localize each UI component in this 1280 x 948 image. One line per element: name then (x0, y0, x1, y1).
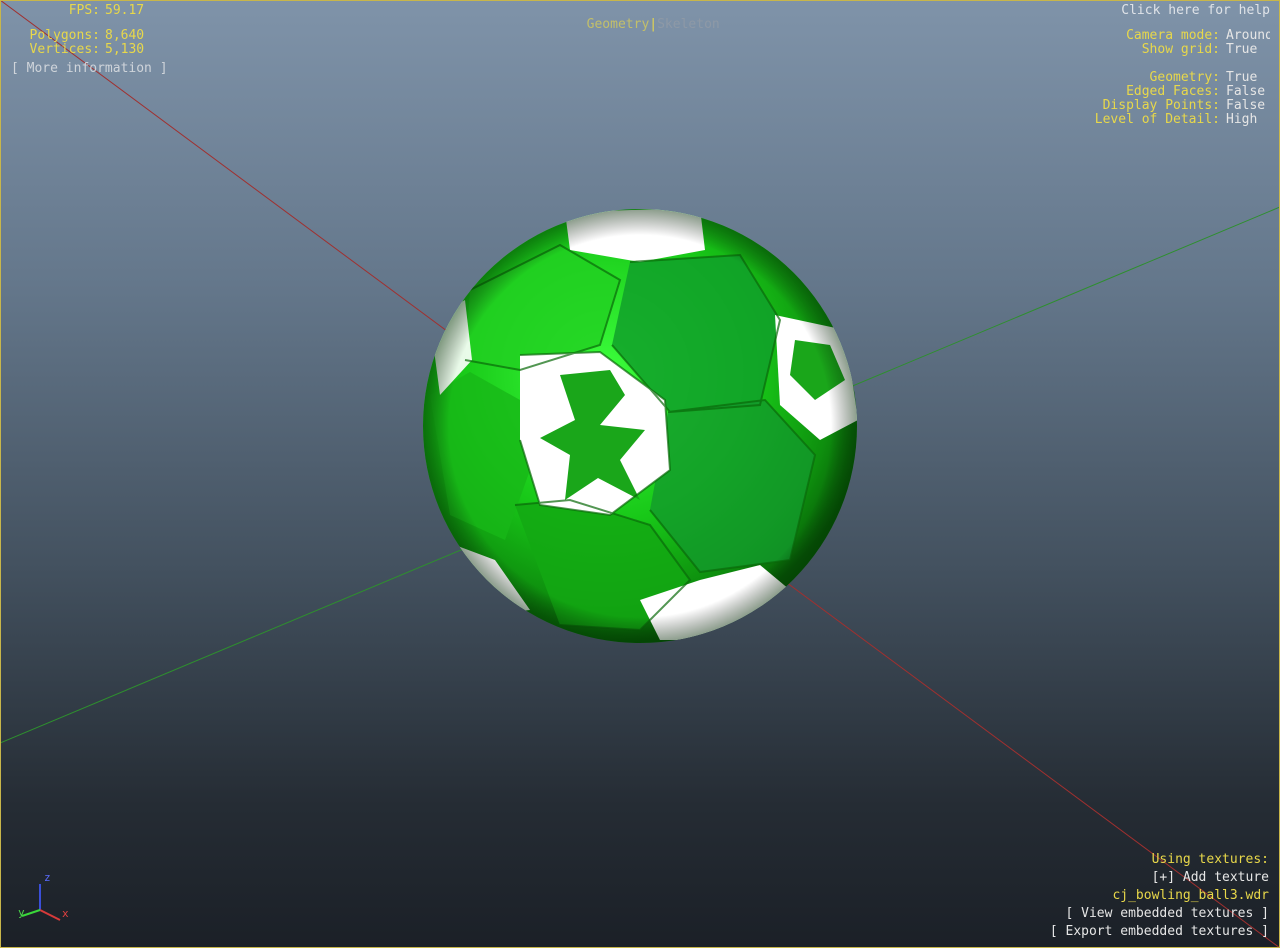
gizmo-z-label: z (44, 871, 51, 884)
fps-label: FPS: (68, 3, 100, 18)
scene-svg (0, 0, 1280, 948)
lod-value[interactable]: High (1226, 113, 1257, 127)
help-link[interactable]: Click here for help (1121, 4, 1270, 18)
vertices-value: 5,130 (105, 42, 145, 57)
fps-value: 59.17 (105, 3, 145, 18)
axis-gizmo (21, 884, 61, 921)
polygons-value: 8,640 (105, 28, 145, 43)
geometry-label: Geometry: (1149, 70, 1220, 85)
soccer-ball-model (423, 209, 857, 643)
tab-skeleton[interactable]: Skeleton (657, 17, 720, 32)
gizmo-x-label: x (62, 907, 69, 920)
show-grid-label: Show grid: (1141, 42, 1220, 57)
camera-mode-value[interactable]: Around (1226, 29, 1270, 43)
toggle-separator: | (649, 17, 658, 32)
edged-faces-label: Edged Faces: (1126, 84, 1220, 99)
vertices-label: Vertices: (29, 42, 100, 57)
export-embedded-textures-link[interactable]: [ Export embedded textures ] (1050, 925, 1269, 939)
lod-label: Level of Detail: (1094, 112, 1220, 127)
display-points-value[interactable]: False (1226, 99, 1265, 113)
tab-geometry[interactable]: Geometry (587, 17, 650, 32)
textures-heading: Using textures: (1151, 852, 1269, 867)
camera-mode-label: Camera mode: (1126, 28, 1220, 43)
edged-faces-value[interactable]: False (1226, 85, 1265, 99)
gizmo-y-label: y (18, 906, 25, 919)
geometry-skeleton-toggle: Geometry|Skeleton (571, 4, 720, 32)
polygons-label: Polygons: (29, 28, 100, 43)
more-information-link[interactable]: [ More information ] (11, 62, 168, 76)
add-texture-button[interactable]: [+] Add texture (1152, 871, 1269, 885)
3d-viewport[interactable]: z y x (0, 0, 1280, 948)
show-grid-value[interactable]: True (1226, 43, 1257, 57)
display-points-label: Display Points: (1102, 98, 1220, 113)
geometry-value[interactable]: True (1226, 71, 1257, 85)
texture-file-item[interactable]: cj_bowling_ball3.wdr (1112, 889, 1269, 903)
view-embedded-textures-link[interactable]: [ View embedded textures ] (1066, 907, 1270, 921)
